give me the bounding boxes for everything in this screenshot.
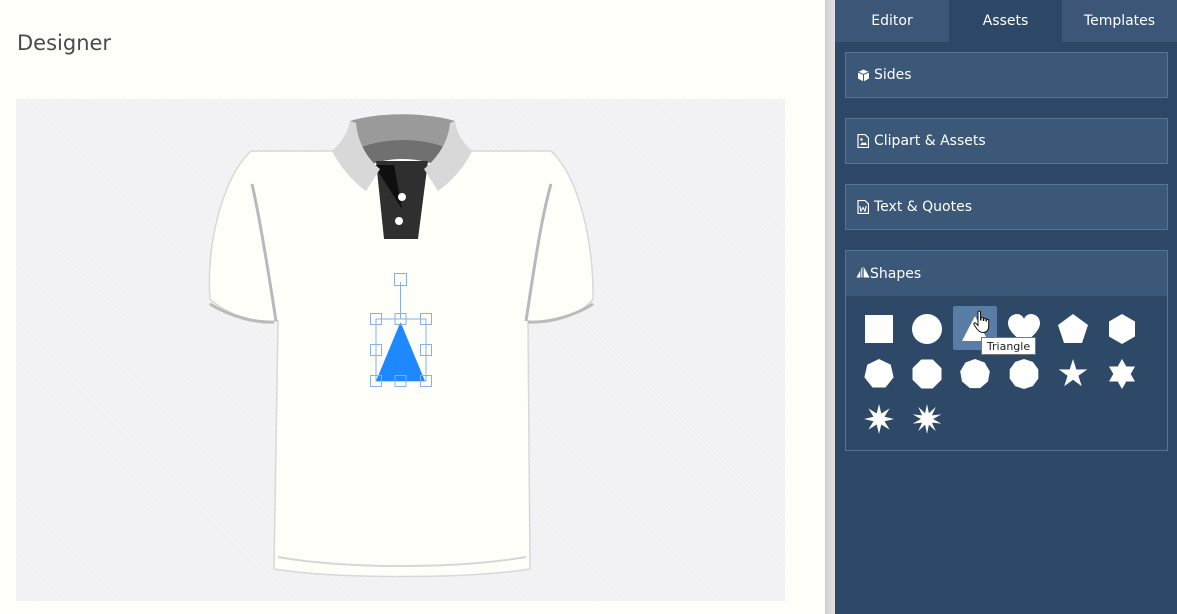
panel-shapes-label: Shapes bbox=[870, 265, 922, 282]
panel-sides-label: Sides bbox=[874, 67, 912, 83]
panel-sides[interactable]: Sides bbox=[845, 52, 1168, 98]
tab-editor[interactable]: Editor bbox=[835, 0, 949, 42]
panel-text-label: Text & Quotes bbox=[874, 199, 972, 215]
sidebar: Editor Assets Templates Sides Clipart & … bbox=[835, 0, 1177, 614]
octagon-icon[interactable] bbox=[905, 352, 949, 396]
panel-text[interactable]: Text & Quotes bbox=[845, 184, 1168, 230]
panel-shapes-header[interactable]: Shapes bbox=[846, 251, 1167, 296]
heptagon-icon[interactable] bbox=[857, 352, 901, 396]
sidebar-tabs: Editor Assets Templates bbox=[835, 0, 1177, 42]
circle-icon[interactable] bbox=[905, 307, 949, 351]
pentagon-icon[interactable] bbox=[1051, 307, 1095, 351]
page-title: Designer bbox=[17, 31, 112, 55]
panel-clipart[interactable]: Clipart & Assets bbox=[845, 118, 1168, 164]
panel-divider[interactable] bbox=[825, 0, 835, 614]
nonagon-icon[interactable] bbox=[953, 352, 997, 396]
hand-pointer-icon bbox=[973, 310, 990, 334]
tab-templates[interactable]: Templates bbox=[1061, 0, 1177, 42]
shapes-icon bbox=[856, 265, 870, 282]
hexagon-icon[interactable] bbox=[1100, 307, 1144, 351]
square-icon[interactable] bbox=[857, 307, 901, 351]
shape-tooltip: Triangle bbox=[981, 337, 1036, 355]
star-6-icon[interactable] bbox=[1100, 352, 1144, 396]
image-file-icon bbox=[856, 134, 870, 148]
decagon-icon[interactable] bbox=[1002, 352, 1046, 396]
polo-shirt-mockup bbox=[208, 114, 594, 578]
panel-clipart-label: Clipart & Assets bbox=[874, 133, 986, 149]
word-file-icon bbox=[856, 200, 870, 214]
star-5-icon[interactable] bbox=[1051, 352, 1095, 396]
design-canvas[interactable] bbox=[16, 99, 785, 601]
tab-assets[interactable]: Assets bbox=[949, 0, 1061, 42]
star-8-icon[interactable] bbox=[857, 397, 901, 441]
cube-icon bbox=[856, 68, 870, 82]
star-10-icon[interactable] bbox=[905, 397, 949, 441]
